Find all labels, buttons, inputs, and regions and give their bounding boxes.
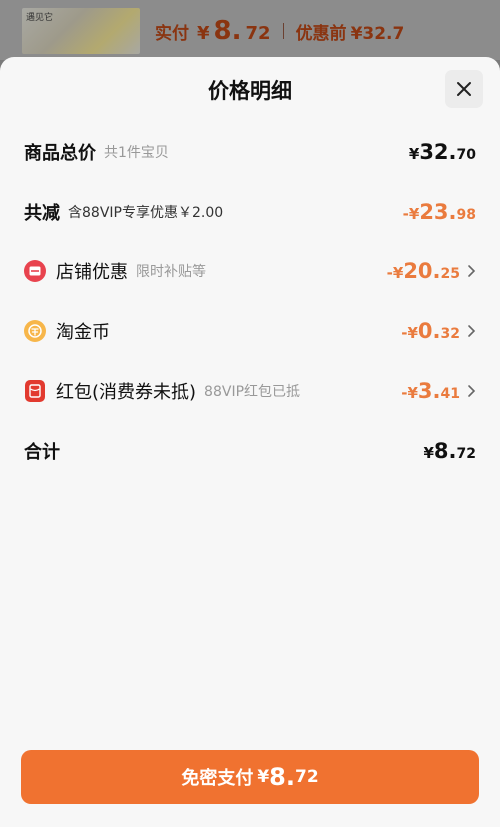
pay-yen: ¥ (257, 767, 270, 787)
row-store-discount[interactable]: 店铺优惠 限时补贴等 -¥ 20. 25 (24, 251, 476, 291)
store-yen: -¥ (386, 264, 404, 282)
coin-dec: 32 (440, 326, 460, 342)
red-packet-sub: 88VIP红包已抵 (204, 384, 301, 400)
taojinbi-amount: -¥ 0. 32 (401, 319, 460, 343)
chevron-right-icon (468, 385, 476, 397)
coin-int: 0. (417, 319, 441, 343)
paid-int: 8. (213, 16, 242, 46)
red-packet-icon (25, 380, 45, 402)
sum-yen: ¥ (423, 444, 434, 462)
store-coupon-icon (24, 260, 46, 282)
row-grand-total: 合计 ¥ 8. 72 (24, 431, 476, 471)
top-price-summary: 实付 ¥ 8. 72 优惠前 ¥32.7 (155, 16, 404, 46)
paid-dec: 72 (245, 23, 271, 44)
close-button[interactable] (445, 70, 483, 108)
reduction-amount: -¥ 23. 98 (403, 200, 476, 224)
paid-yen: ¥ (197, 23, 210, 44)
order-summary-bar: 遇见它 实付 ¥ 8. 72 优惠前 ¥32.7 (0, 0, 500, 60)
reduce-dec: 98 (456, 207, 476, 223)
redpack-dec: 41 (440, 386, 460, 402)
redpack-int: 3. (417, 379, 441, 403)
divider (282, 23, 284, 39)
sum-int: 8. (433, 439, 457, 463)
coin-yen: -¥ (401, 324, 418, 342)
row-red-packet[interactable]: 红包(消费券未抵) 88VIP红包已抵 -¥ 3. 41 (24, 371, 476, 411)
taojinbi-label: 淘金币 (56, 322, 110, 343)
store-discount-label: 店铺优惠 (56, 262, 128, 283)
total-price-amount: ¥ 32. 70 (409, 140, 476, 164)
orig-label: 优惠前 (295, 24, 347, 44)
row-taojinbi[interactable]: 淘金币 -¥ 0. 32 (24, 311, 476, 351)
paid-label: 实付 (155, 24, 189, 44)
taojinbi-coin-icon (24, 320, 46, 342)
grand-total-amount: ¥ 8. 72 (423, 439, 476, 463)
row-total-price: 商品总价 共1件宝贝 ¥ 32. 70 (24, 132, 476, 172)
store-discount-amount: -¥ 20. 25 (387, 259, 460, 283)
reduction-label: 共减 (24, 203, 60, 224)
total-price-sub: 共1件宝贝 (104, 145, 169, 161)
thumbnail-tag: 遇见它 (26, 13, 54, 23)
total-int: 32. (419, 140, 457, 164)
product-thumbnail[interactable]: 遇见它 (22, 8, 140, 54)
red-packet-label: 红包(消费券未抵) (56, 382, 197, 403)
close-icon (457, 82, 471, 96)
red-packet-amount: -¥ 3. 41 (401, 379, 460, 403)
pay-int: 8. (269, 763, 295, 791)
store-dec: 25 (440, 266, 460, 282)
grand-total-label: 合计 (24, 442, 60, 463)
chevron-right-icon (468, 325, 476, 337)
pay-dec: 72 (295, 767, 319, 787)
total-dec: 70 (456, 147, 476, 163)
price-detail-sheet: 价格明细 商品总价 共1件宝贝 ¥ 32. 70 共减 含88VIP专享优惠￥2… (0, 57, 500, 827)
store-discount-sub: 限时补贴等 (136, 264, 206, 280)
row-total-reduction: 共减 含88VIP专享优惠￥2.00 -¥ 23. 98 (24, 192, 476, 232)
pay-button-label: 免密支付 (181, 768, 254, 789)
redpack-yen: -¥ (401, 384, 418, 402)
password-free-pay-button[interactable]: 免密支付 ¥ 8. 72 (21, 750, 479, 804)
reduce-yen: -¥ (402, 205, 420, 223)
chevron-right-icon (468, 265, 476, 277)
total-price-label: 商品总价 (24, 143, 96, 164)
sheet-title: 价格明细 (208, 79, 292, 103)
orig-amount: ¥32.7 (350, 24, 405, 44)
reduce-int: 23. (419, 200, 457, 224)
reduction-sub: 含88VIP专享优惠￥2.00 (68, 205, 224, 221)
store-int: 20. (403, 259, 441, 283)
sum-dec: 72 (456, 446, 476, 462)
total-yen: ¥ (408, 145, 420, 163)
